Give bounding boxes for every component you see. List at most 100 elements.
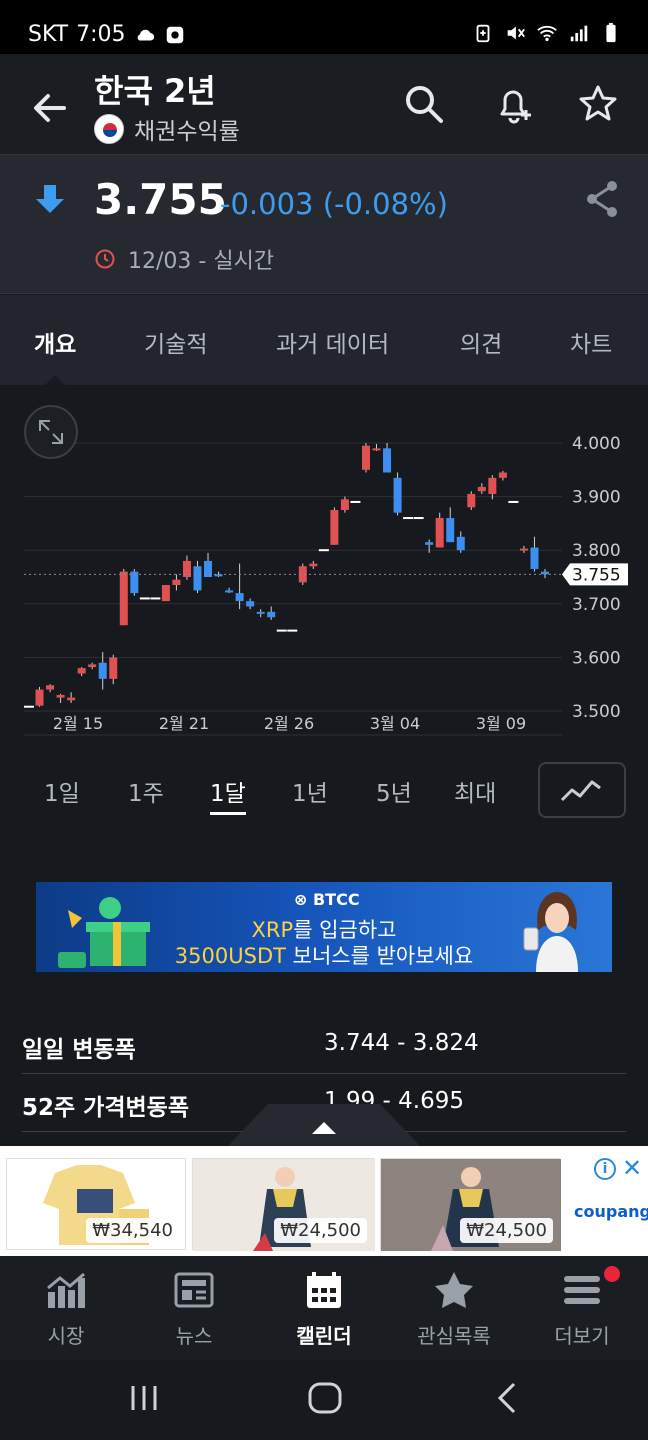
down-arrow-icon [36, 185, 64, 213]
quote-panel: 3.755 -0.003 (-0.08%) 12/03 - 실시간 [0, 154, 648, 294]
ad-product-sweatshirt[interactable]: ₩34,540 [6, 1158, 186, 1250]
nav-more[interactable]: 더보기 [522, 1266, 642, 1349]
range-max[interactable]: 최대 [454, 774, 496, 808]
cloud-icon [137, 29, 154, 40]
candle [361, 445, 370, 470]
candle [172, 579, 181, 586]
nav-label: 관심목록 [417, 1324, 491, 1348]
x-tick-label: 3월 04 [370, 714, 420, 733]
stat-label: 52주 가격변동폭 [22, 1095, 189, 1121]
product-price: ₩34,540 [86, 1218, 179, 1243]
candle [519, 548, 528, 551]
star-icon [435, 1272, 473, 1308]
ad-banner-btcc[interactable]: ⊗ BTCC XRP를 입금하고 3500USDT 보너스를 받아보세요 [36, 882, 612, 972]
korea-flag-icon [94, 114, 124, 144]
app-notification-icon [166, 26, 183, 43]
candle [435, 518, 444, 548]
x-tick-label: 2월 26 [264, 714, 314, 733]
chart-bars-icon [47, 1272, 85, 1308]
candle [456, 536, 465, 551]
bottom-navigation: 시장 뉴스 캘린더 관심목록 더보기 [0, 1256, 648, 1360]
nav-calendar[interactable]: 캘린더 [264, 1270, 384, 1349]
ad-product-hanbok-1[interactable]: ₩24,500 [192, 1158, 375, 1251]
nav-label: 캘린더 [296, 1324, 352, 1348]
current-value-label: 3.755 [572, 565, 621, 585]
ad-info-icon[interactable]: i [594, 1158, 616, 1180]
y-tick-label: 3.700 [572, 595, 621, 615]
menu-icon [564, 1276, 600, 1304]
tab-opinions[interactable]: 의견 [460, 325, 502, 359]
candle [530, 547, 539, 569]
range-1d[interactable]: 1일 [44, 774, 80, 808]
tab-overview[interactable]: 개요 [34, 325, 76, 359]
search-icon[interactable] [402, 82, 446, 126]
page-subtitle: 채권수익률 [134, 119, 240, 145]
nav-markets[interactable]: 시장 [6, 1270, 126, 1349]
system-navigation-bar [0, 1360, 648, 1440]
range-1m[interactable]: 1달 [210, 774, 246, 815]
nav-watchlist[interactable]: 관심목록 [394, 1270, 514, 1349]
clock: 7:05 [76, 22, 126, 47]
candle [109, 657, 118, 679]
range-1w[interactable]: 1주 [128, 774, 164, 808]
candle [425, 542, 434, 545]
ad-product-hanbok-2[interactable]: ₩24,500 [380, 1158, 561, 1251]
section-tabs: 개요 기술적 과거 데이터 의견 차트 [0, 295, 648, 385]
candle [477, 486, 486, 492]
star-favorite-icon[interactable] [576, 82, 620, 126]
candle [56, 694, 65, 698]
page-title: 한국 2년 [94, 72, 216, 110]
y-tick-label: 4.000 [572, 434, 621, 454]
back-arrow-icon[interactable] [26, 84, 74, 132]
y-tick-label: 3.900 [572, 488, 621, 508]
add-alert-bell-icon[interactable] [492, 82, 536, 126]
candle [46, 685, 55, 690]
candle [309, 563, 318, 567]
signal-icon [570, 25, 588, 42]
candle [88, 664, 97, 668]
ad-brand-coupang: coupang [574, 1202, 648, 1221]
candle [98, 662, 107, 679]
recent-apps-icon[interactable] [128, 1382, 160, 1414]
back-nav-icon[interactable] [494, 1382, 520, 1414]
line-chart-icon [560, 780, 601, 802]
x-tick-label: 3월 09 [476, 714, 526, 733]
home-icon[interactable] [306, 1380, 344, 1416]
candle [498, 472, 507, 478]
candlestick-chart: 4.000 3.900 3.800 3.700 3.600 3.500 2월 15 2월 21… [24, 434, 628, 736]
chart-type-button[interactable] [538, 762, 626, 818]
app-bar: 한국 2년 채권수익률 [0, 54, 648, 154]
y-tick-label: 3.800 [572, 541, 621, 561]
ad-close-icon[interactable]: ✕ [622, 1154, 642, 1182]
x-tick-label: 2월 15 [53, 714, 103, 733]
nav-news[interactable]: 뉴스 [134, 1270, 254, 1349]
expand-panel-tab[interactable] [228, 1104, 420, 1146]
range-1y[interactable]: 1년 [292, 774, 328, 808]
candle [77, 668, 86, 674]
battery-icon [606, 22, 616, 43]
expand-chart-button[interactable] [24, 405, 78, 459]
ad-brand-logo: ⊗ BTCC [294, 890, 360, 909]
share-icon[interactable] [584, 179, 620, 219]
range-5y[interactable]: 5년 [376, 774, 412, 808]
candle [488, 477, 497, 494]
candle [267, 611, 276, 618]
active-tab-indicator [45, 375, 65, 385]
candle [330, 510, 339, 545]
stat-value: 3.744 - 3.824 [324, 1030, 479, 1056]
candle [119, 571, 128, 626]
nav-label: 뉴스 [175, 1324, 213, 1348]
tab-technical[interactable]: 기술적 [144, 325, 207, 359]
candle [256, 611, 265, 614]
y-tick-label: 3.600 [572, 648, 621, 668]
clock-icon [95, 249, 115, 269]
battery-saver-icon [476, 24, 490, 43]
tab-historical-data[interactable]: 과거 데이터 [276, 325, 389, 359]
tab-chart[interactable]: 차트 [570, 325, 612, 359]
x-tick-label: 2월 21 [159, 714, 209, 733]
mute-icon [507, 26, 525, 40]
candle [467, 493, 476, 508]
candle [393, 477, 402, 513]
product-price: ₩24,500 [460, 1218, 553, 1243]
ad-coupang-products[interactable]: ₩34,540 ₩24,500 ₩24,500 i ✕ coupang [0, 1146, 648, 1256]
